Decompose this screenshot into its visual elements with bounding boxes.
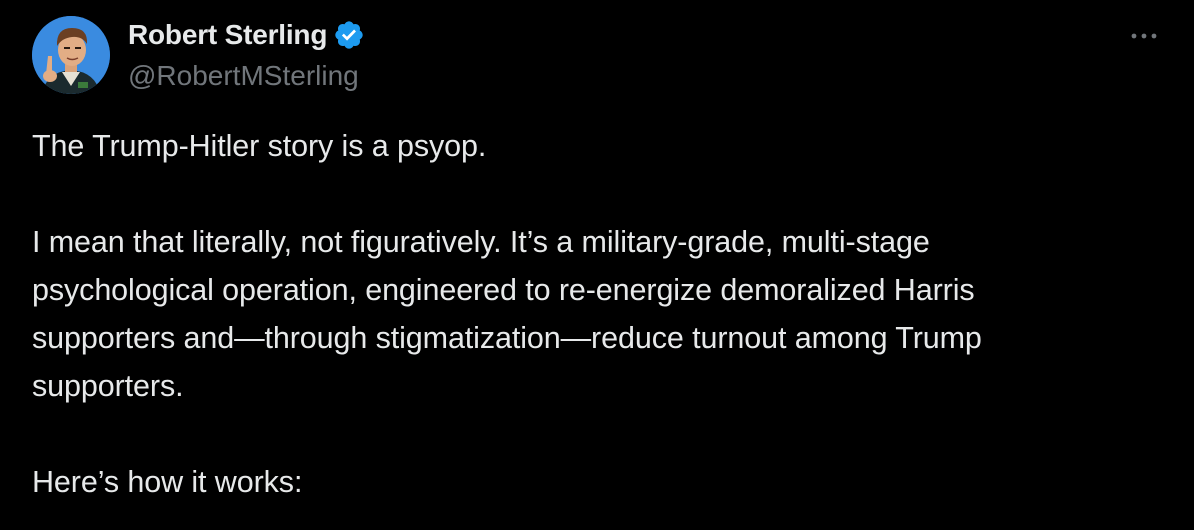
display-name[interactable]: Robert Sterling [128, 19, 327, 51]
avatar[interactable] [32, 16, 110, 94]
more-dots-icon[interactable] [1124, 22, 1164, 50]
tweet-paragraph: The Trump-Hitler story is a psyop. [32, 122, 1162, 170]
tweet: Robert Sterling @RobertMSterling The Tru… [0, 0, 1194, 530]
tweet-text: The Trump-Hitler story is a psyop. I mea… [32, 122, 1162, 506]
text-line: The Trump-Hitler story is a psyop. [32, 129, 487, 163]
text-line: Here’s how it works: [32, 465, 303, 499]
tweet-paragraph: I mean that literally, not figuratively.… [32, 218, 1162, 410]
tweet-paragraph: Here’s how it works: [32, 458, 1162, 506]
tweet-header: Robert Sterling @RobertMSterling [128, 14, 365, 96]
cartoon-man-avatar-icon [32, 16, 110, 94]
text-line: supporters. [32, 369, 184, 403]
text-line: psychological operation, engineered to r… [32, 273, 975, 307]
verified-badge-icon[interactable] [333, 19, 365, 51]
text-line: I mean that literally, not figuratively.… [32, 225, 930, 259]
handle[interactable]: @RobertMSterling [128, 56, 365, 96]
text-line: supporters and—through stigmatization—re… [32, 321, 982, 355]
name-row: Robert Sterling [128, 14, 365, 56]
